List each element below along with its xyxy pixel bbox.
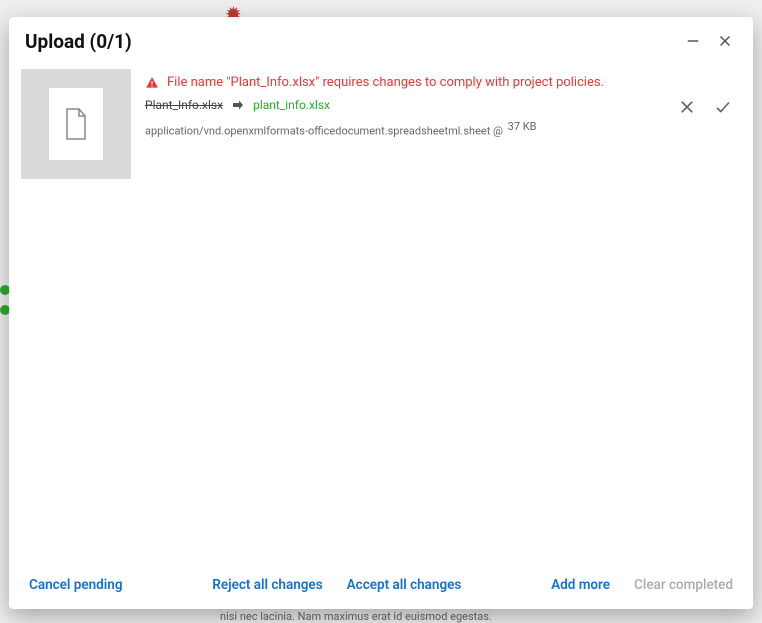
- warning-row: File name "Plant_Info.xlsx" requires cha…: [145, 75, 663, 90]
- accept-change-button[interactable]: [713, 97, 733, 117]
- new-filename: plant_info.xlsx: [253, 98, 330, 112]
- file-row: File name "Plant_Info.xlsx" requires cha…: [21, 69, 741, 179]
- rename-row: Plant_Info.xlsx plant_info.xlsx: [145, 98, 663, 112]
- background-text: nisi nec lacinia. Nam maximus erat id eu…: [220, 610, 492, 623]
- arrow-right-icon: [231, 99, 245, 111]
- cancel-pending-button[interactable]: Cancel pending: [29, 577, 123, 593]
- mime-row: application/vnd.openxmlformats-officedoc…: [145, 120, 663, 138]
- file-size: 37 KB: [508, 120, 537, 133]
- check-icon: [714, 98, 732, 116]
- warning-icon: [145, 76, 159, 90]
- mime-type: application/vnd.openxmlformats-officedoc…: [145, 125, 503, 138]
- dialog-title: Upload (0/1): [25, 30, 673, 53]
- close-icon: [716, 32, 734, 50]
- file-thumbnail: [21, 69, 131, 179]
- reject-change-button[interactable]: [677, 97, 697, 117]
- row-actions: [677, 69, 741, 117]
- close-button[interactable]: [713, 29, 737, 53]
- dialog-footer: Cancel pending Reject all changes Accept…: [9, 563, 753, 609]
- warning-text: File name "Plant_Info.xlsx" requires cha…: [167, 75, 604, 90]
- minimize-icon: [684, 32, 702, 50]
- document-icon: [64, 108, 88, 140]
- dialog-header: Upload (0/1): [9, 17, 753, 65]
- upload-dialog: Upload (0/1): [9, 17, 753, 609]
- file-details: File name "Plant_Info.xlsx" requires cha…: [145, 69, 663, 138]
- x-icon: [678, 98, 696, 116]
- add-more-button[interactable]: Add more: [551, 577, 610, 593]
- file-placeholder: [49, 88, 103, 160]
- clear-completed-button[interactable]: Clear completed: [634, 577, 733, 593]
- reject-all-button[interactable]: Reject all changes: [212, 577, 322, 593]
- old-filename: Plant_Info.xlsx: [145, 98, 223, 112]
- dialog-body: File name "Plant_Info.xlsx" requires cha…: [9, 65, 753, 563]
- accept-all-button[interactable]: Accept all changes: [347, 577, 462, 593]
- minimize-button[interactable]: [681, 29, 705, 53]
